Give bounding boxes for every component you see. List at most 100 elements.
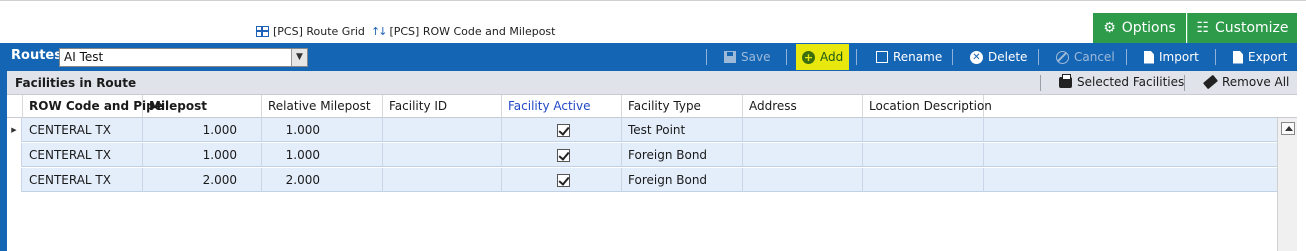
route-select[interactable]: AI Test ▼ <box>59 48 308 67</box>
cell-relative-milepost[interactable]: 1.000 <box>262 143 383 167</box>
table-row[interactable]: ▶ CENTERAL TX 1.000 1.000 Test Point <box>7 118 1277 142</box>
cell-facility-id[interactable] <box>383 143 502 167</box>
col-facility-active[interactable]: Facility Active <box>502 95 622 118</box>
header-divider <box>1040 75 1041 91</box>
row-code-milepost-label: [PCS] ROW Code and Milepost <box>389 25 556 38</box>
cell-facility-type[interactable]: Test Point <box>622 118 743 142</box>
facility-active-checkbox[interactable] <box>557 174 570 187</box>
export-file-icon <box>1233 50 1243 64</box>
cell-address[interactable] <box>743 143 863 167</box>
cell-milepost[interactable]: 1.000 <box>143 118 262 142</box>
cancel-button[interactable]: Cancel <box>1056 46 1115 68</box>
col-location-description[interactable]: Location Description <box>863 95 992 118</box>
add-label: Add <box>820 50 844 64</box>
row-marker <box>7 168 22 192</box>
toolbar-divider <box>1215 49 1216 65</box>
row-indicator-header <box>7 95 23 118</box>
cell-row-code[interactable]: CENTERAL TX <box>23 168 143 192</box>
save-label: Save <box>741 50 771 64</box>
top-divider <box>0 0 1306 1</box>
cell-milepost[interactable]: 2.000 <box>143 168 262 192</box>
selected-facilities-label: Selected Facilities <box>1077 75 1185 89</box>
vertical-scrollbar[interactable] <box>1277 118 1297 251</box>
import-label: Import <box>1159 50 1199 64</box>
import-file-icon <box>1144 50 1154 64</box>
options-label: Options <box>1121 20 1176 36</box>
selected-facilities-button[interactable]: Selected Facilities <box>1059 73 1185 89</box>
facilities-title: Facilities in Route <box>15 76 137 90</box>
route-grid-label: [PCS] Route Grid <box>273 25 365 38</box>
facilities-grid: ROW Code and Pipe Milepost Relative Mile… <box>7 95 1297 251</box>
cell-location-description[interactable] <box>863 143 984 167</box>
options-button[interactable]: ⚙ Options <box>1093 13 1186 43</box>
header-divider <box>1184 75 1185 91</box>
rename-label: Rename <box>893 50 943 64</box>
delete-x-icon: ✕ <box>970 50 983 64</box>
cell-facility-id[interactable] <box>383 118 502 142</box>
panel-left-border <box>0 71 7 251</box>
toolbar-divider <box>1126 49 1127 65</box>
import-button[interactable]: Import <box>1144 46 1199 68</box>
customize-button[interactable]: ☷ Customize <box>1187 13 1297 43</box>
top-bar: [PCS] Route Grid ↑↓ [PCS] ROW Code and M… <box>0 0 1306 43</box>
toolbar-divider <box>706 49 707 65</box>
plus-circle-icon: + <box>802 50 815 64</box>
current-row-marker-icon: ▶ <box>7 118 22 142</box>
routes-toolbar: Routes AI Test ▼ Save + Add Rename ✕ Del… <box>0 43 1297 71</box>
row-code-milepost-link[interactable]: ↑↓ [PCS] ROW Code and Milepost <box>371 25 555 38</box>
cell-milepost[interactable]: 1.000 <box>143 143 262 167</box>
remove-all-label: Remove All <box>1222 75 1290 89</box>
grid-icon <box>256 26 269 37</box>
toolbar-divider <box>786 49 787 65</box>
delete-button[interactable]: ✕ Delete <box>970 46 1027 68</box>
col-facility-type[interactable]: Facility Type <box>622 95 743 118</box>
col-relative-milepost[interactable]: Relative Milepost <box>262 95 383 118</box>
toolbar-divider <box>1038 49 1039 65</box>
row-marker <box>7 143 22 167</box>
cell-address[interactable] <box>743 168 863 192</box>
table-row[interactable]: CENTERAL TX 1.000 1.000 Foreign Bond <box>7 143 1277 167</box>
sort-arrows-icon: ↑↓ <box>371 25 388 38</box>
table-row[interactable]: CENTERAL TX 2.000 2.000 Foreign Bond <box>7 168 1277 192</box>
delete-label: Delete <box>988 50 1028 64</box>
col-milepost[interactable]: Milepost <box>143 95 262 118</box>
cell-relative-milepost[interactable]: 2.000 <box>262 168 383 192</box>
cell-facility-type[interactable]: Foreign Bond <box>622 143 743 167</box>
cell-facility-active[interactable] <box>502 143 622 167</box>
route-grid-link[interactable]: [PCS] Route Grid <box>256 25 365 38</box>
eraser-icon <box>1202 74 1219 90</box>
right-margin <box>1297 43 1306 251</box>
routes-label: Routes <box>11 48 62 63</box>
cell-facility-id[interactable] <box>383 168 502 192</box>
cancel-icon <box>1056 50 1069 64</box>
customize-label: Customize <box>1215 20 1289 36</box>
chevron-down-icon[interactable]: ▼ <box>291 49 307 66</box>
remove-all-button[interactable]: Remove All <box>1202 74 1290 90</box>
cell-location-description[interactable] <box>863 168 984 192</box>
facility-active-checkbox[interactable] <box>557 124 570 137</box>
export-button[interactable]: Export <box>1233 46 1287 68</box>
add-button[interactable]: + Add <box>796 44 850 70</box>
sliders-icon: ☷ <box>1196 20 1210 36</box>
cell-row-code[interactable]: CENTERAL TX <box>23 118 143 142</box>
rename-button[interactable]: Rename <box>876 46 942 68</box>
col-address[interactable]: Address <box>743 95 863 118</box>
printer-icon <box>1059 73 1072 88</box>
cell-row-code[interactable]: CENTERAL TX <box>23 143 143 167</box>
rename-icon <box>876 51 888 63</box>
save-button[interactable]: Save <box>724 46 770 68</box>
cell-address[interactable] <box>743 118 863 142</box>
route-select-value: AI Test <box>64 50 104 64</box>
col-facility-id[interactable]: Facility ID <box>383 95 502 118</box>
cell-facility-active[interactable] <box>502 168 622 192</box>
cell-location-description[interactable] <box>863 118 984 142</box>
cell-relative-milepost[interactable]: 1.000 <box>262 118 383 142</box>
scroll-up-icon[interactable] <box>1281 122 1295 135</box>
cell-facility-active[interactable] <box>502 118 622 142</box>
cell-facility-type[interactable]: Foreign Bond <box>622 168 743 192</box>
save-icon <box>724 51 736 63</box>
facility-active-checkbox[interactable] <box>557 149 570 162</box>
cancel-label: Cancel <box>1074 50 1115 64</box>
col-row-code[interactable]: ROW Code and Pipe <box>23 95 163 118</box>
export-label: Export <box>1248 50 1288 64</box>
